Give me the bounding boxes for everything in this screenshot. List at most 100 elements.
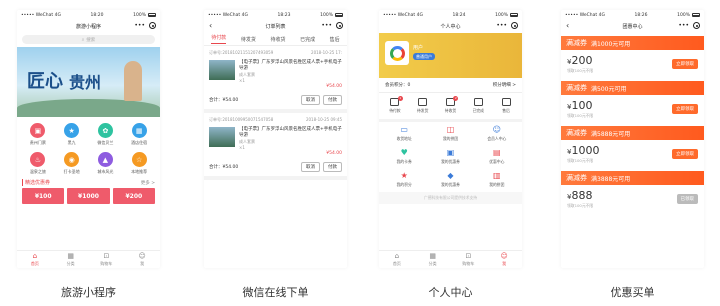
category-item[interactable]: ◉ 打卡圣地: [55, 152, 89, 175]
close-target-icon[interactable]: [693, 22, 700, 29]
service-label: 会员人中心: [487, 136, 507, 141]
more-icon[interactable]: •••: [678, 22, 689, 29]
category-item[interactable]: ✿ 微信贝兰: [89, 123, 123, 146]
service-item[interactable]: ◫ 我的拼团: [427, 126, 473, 142]
order-card[interactable]: 订单号:20181009950071547058 2018-10-25 09:45…: [204, 113, 347, 180]
order-shortcut[interactable]: 已完成: [464, 98, 492, 114]
search-input[interactable]: ⌕ 搜索: [22, 35, 155, 44]
user-icon: ☺: [500, 251, 508, 260]
nav-bar: 个人中心 •••: [379, 20, 522, 33]
coupon-icon: ▣: [446, 148, 455, 157]
tab-bar: ⌂ 首页 ▦ 分类 ⊡ 购物车 ☺ 我: [17, 250, 160, 268]
tab-completed[interactable]: 已完成: [300, 36, 315, 43]
order-shortcut[interactable]: 售后: [492, 98, 520, 114]
hero-banner[interactable]: 匠心 贵州: [17, 47, 160, 117]
ticket2-icon: ◆: [447, 171, 454, 180]
more-icon[interactable]: •••: [134, 22, 145, 29]
category-label: 微信贝兰: [97, 140, 114, 145]
back-icon[interactable]: ‹: [566, 21, 569, 30]
more-icon[interactable]: •••: [496, 22, 507, 29]
service-item[interactable]: ☺ 会员人中心: [474, 126, 520, 142]
category-item[interactable]: ▲ 城市风光: [89, 152, 123, 175]
capsule-menu[interactable]: •••: [678, 22, 700, 29]
count-badge: 2: [453, 96, 459, 101]
tab-cart[interactable]: ⊡ 购物车: [89, 251, 125, 268]
coupon-card[interactable]: ¥1000: [67, 188, 110, 204]
category-item[interactable]: ▦ 酒店住宿: [122, 123, 156, 146]
back-icon[interactable]: ‹: [209, 21, 212, 30]
tab-pending-ship[interactable]: 待发货: [241, 36, 256, 43]
cancel-button[interactable]: 取消: [301, 162, 320, 172]
banner-person: [124, 61, 142, 101]
claim-button[interactable]: 立即领取: [672, 149, 698, 159]
service-item[interactable]: ▣ 我的优惠券: [427, 149, 473, 165]
tab-category[interactable]: ▦ 分类: [415, 251, 451, 268]
tab-after-sale[interactable]: 售后: [330, 36, 340, 43]
pay-button[interactable]: 付款: [323, 95, 342, 105]
group2-icon: ▥: [493, 171, 501, 180]
order-shortcut[interactable]: 1 待付款: [381, 96, 409, 114]
order-actions: 取消 付款: [301, 162, 342, 172]
tab-label: 首页: [30, 260, 39, 266]
category-item[interactable]: ☆ 本地推荐: [122, 152, 156, 175]
coupon-card[interactable]: ¥200: [112, 188, 155, 204]
coupon-card[interactable]: ¥100: [22, 188, 65, 204]
category-item[interactable]: ★ 黑九: [55, 123, 89, 146]
search-placeholder: 搜索: [86, 37, 96, 43]
capsule-menu[interactable]: •••: [496, 22, 518, 29]
points-detail-link[interactable]: 积分明细 >: [493, 82, 516, 88]
tab-cart[interactable]: ⊡ 购物车: [451, 251, 487, 268]
tab-label: 分类: [66, 260, 75, 266]
clock-text: 18:24: [452, 12, 466, 18]
service-item[interactable]: ♥ 我的卡券: [381, 149, 427, 165]
pay-button[interactable]: 付款: [323, 162, 342, 172]
capsule-menu[interactable]: •••: [321, 22, 343, 29]
user-name: 用户: [413, 45, 424, 51]
category-item[interactable]: ♨ 温泉之旅: [21, 152, 55, 175]
card-icon: ♥: [400, 148, 408, 157]
order-shortcut[interactable]: 2 待收货: [437, 96, 465, 114]
order-date: 2018-10-25 09:45: [305, 117, 342, 122]
coupon-header: 满减券 满1000元可用: [561, 36, 704, 50]
service-item[interactable]: ▭ 收货地址: [381, 126, 427, 142]
more-icon[interactable]: •••: [321, 22, 332, 29]
service-item[interactable]: ★ 我的积分: [381, 172, 427, 188]
avatar[interactable]: [385, 41, 409, 65]
close-target-icon[interactable]: [511, 22, 518, 29]
service-item[interactable]: ▤ 优惠中心: [474, 149, 520, 165]
claim-button[interactable]: 立即领取: [672, 104, 698, 114]
page-title: 订单列表: [265, 24, 286, 30]
cancel-button[interactable]: 取消: [301, 95, 320, 105]
close-target-icon[interactable]: [336, 22, 343, 29]
service-item[interactable]: ▥ 我的拼团: [474, 172, 520, 188]
tab-category[interactable]: ▦ 分类: [53, 251, 89, 268]
coupon-type: 满减券: [566, 84, 587, 92]
close-target-icon[interactable]: [149, 22, 156, 29]
coupon-rule: 满1000元可用: [591, 40, 631, 48]
points-row[interactable]: 会员积分：0 积分明细 >: [379, 78, 522, 93]
claim-button[interactable]: 立即领取: [672, 59, 698, 69]
more-link[interactable]: 更多 >: [141, 180, 155, 186]
nav-bar: ‹ 团惠中心 •••: [561, 20, 704, 33]
category-label: 城市风光: [97, 169, 114, 174]
capsule-menu[interactable]: •••: [134, 22, 156, 29]
tab-home[interactable]: ⌂ 首页: [17, 251, 53, 268]
battery-icon: [691, 13, 700, 17]
clock-text: 18:26: [634, 12, 648, 18]
coupon-body: ¥1000 领取100元不限 立即领取: [561, 140, 704, 168]
order-total: 合计：¥54.00: [209, 98, 239, 103]
tab-user[interactable]: ☺ 我: [124, 251, 160, 268]
tab-home[interactable]: ⌂ 首页: [379, 251, 415, 268]
banner-hill: [17, 99, 160, 117]
tab-user[interactable]: ☺ 我: [486, 251, 522, 268]
tab-pending-payment[interactable]: 待付款: [211, 34, 227, 44]
service-item[interactable]: ◆ 我的优惠券: [427, 172, 473, 188]
order-card[interactable]: 订单号:20181021151207493059 2018-10-25 17: 【电…: [204, 46, 347, 113]
tab-pending-receive[interactable]: 待收货: [270, 36, 285, 43]
ticket-icon: ▣: [30, 123, 46, 138]
service-label: 我的积分: [396, 182, 412, 187]
order-shortcut[interactable]: 待发货: [409, 98, 437, 114]
category-item[interactable]: ▣ 贵州门票: [21, 123, 55, 146]
coupon-section-header: 精选优惠券 更多 >: [17, 175, 160, 188]
carrier-text: ••••• WeChat 4G: [565, 12, 605, 18]
